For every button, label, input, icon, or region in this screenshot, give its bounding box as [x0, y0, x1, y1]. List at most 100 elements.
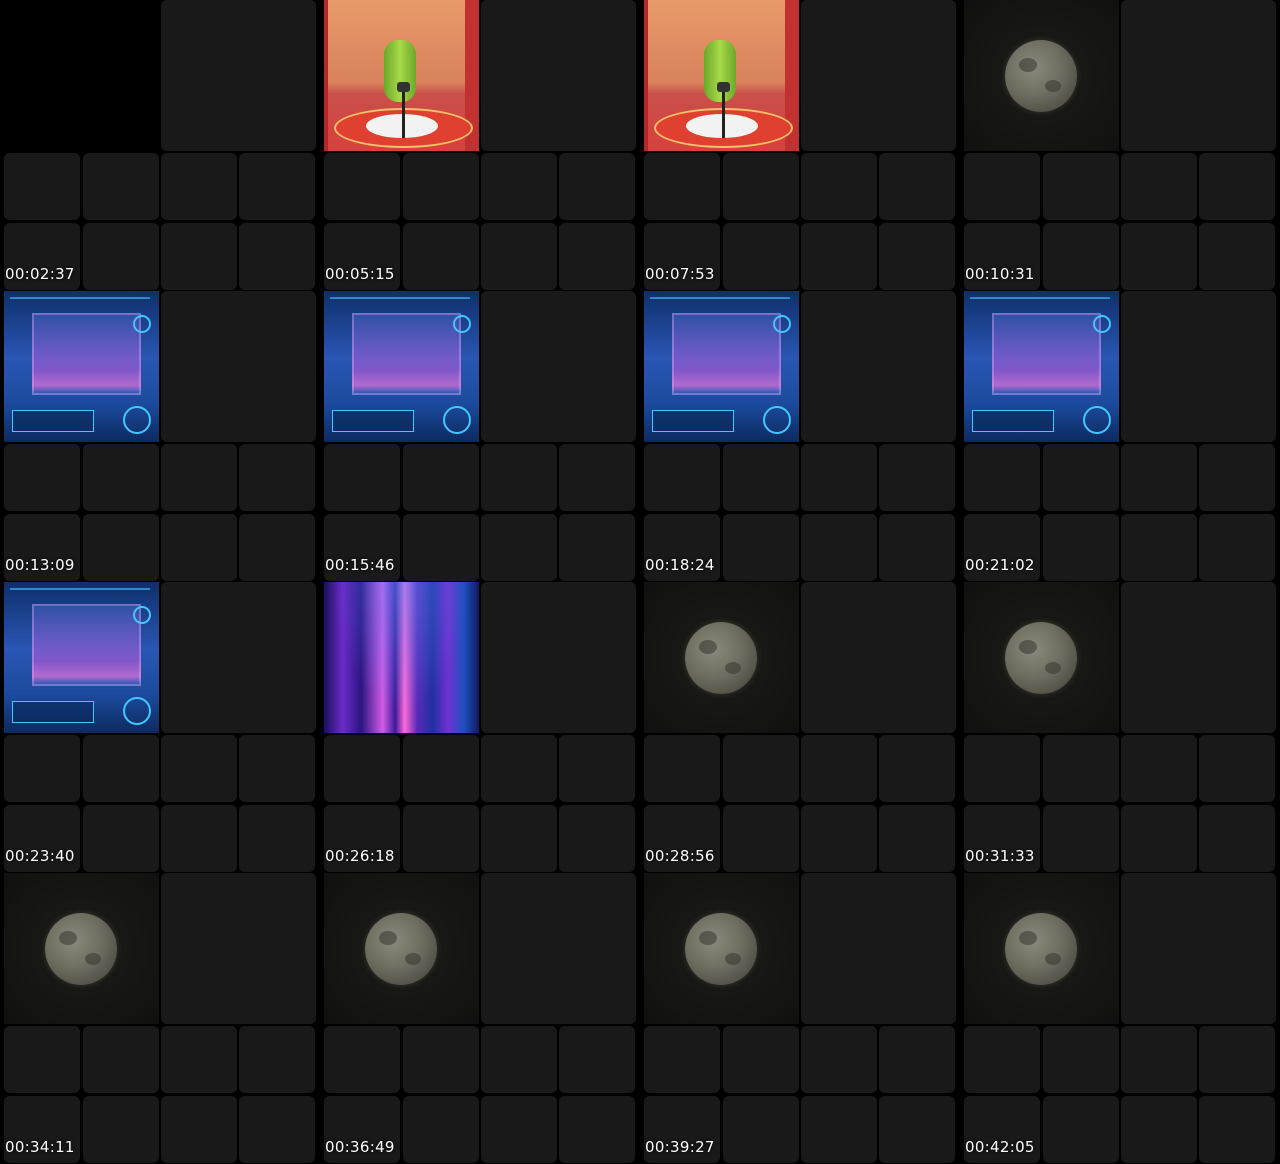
grid-tile — [161, 582, 316, 733]
stage-stand — [722, 86, 725, 138]
grid-tile — [1199, 514, 1275, 581]
frame-cell[interactable]: 00:28:56 — [640, 582, 960, 873]
hud-line — [650, 297, 790, 299]
frame-thumbnail-moon[interactable] — [964, 0, 1119, 151]
frame-thumbnail-stage[interactable] — [644, 0, 799, 151]
grid-tile — [559, 1026, 635, 1093]
grid-tile — [239, 1026, 315, 1093]
grid-tile — [879, 1026, 955, 1093]
grid-tile — [4, 735, 80, 802]
grid-tile — [644, 153, 720, 220]
hud-line — [330, 297, 470, 299]
frame-thumbnail-aurora[interactable] — [324, 582, 479, 733]
grid-tile — [801, 153, 877, 220]
grid-tile — [964, 1026, 1040, 1093]
grid-tile — [879, 223, 955, 290]
grid-tile — [964, 444, 1040, 511]
grid-tile — [1199, 1096, 1275, 1163]
moon-image — [1005, 913, 1077, 985]
frame-thumbnail-hud[interactable] — [4, 291, 159, 442]
hud-line — [970, 297, 1110, 299]
grid-tile — [1121, 1096, 1197, 1163]
frame-cell[interactable]: 00:13:09 — [0, 291, 320, 582]
grid-tile — [964, 735, 1040, 802]
grid-tile — [481, 514, 557, 581]
frame-thumbnail-moon[interactable] — [4, 873, 159, 1024]
grid-tile — [83, 1096, 159, 1163]
frame-cell[interactable]: 00:39:27 — [640, 873, 960, 1164]
grid-tile — [801, 735, 877, 802]
grid-tile — [403, 514, 479, 581]
hud-ring — [443, 406, 471, 434]
grid-tile — [879, 444, 955, 511]
frame-cell[interactable]: 00:26:18 — [320, 582, 640, 873]
contact-sheet: 00:02:37 00:05:15 00:07:53 00:10:31 00:13:09… — [0, 0, 1280, 1164]
hud-ring2 — [1093, 315, 1111, 333]
grid-tile — [801, 1026, 877, 1093]
grid-tile — [1199, 805, 1275, 872]
stage-mic — [717, 82, 730, 92]
grid-tile — [801, 444, 877, 511]
frame-thumbnail-moon[interactable] — [964, 582, 1119, 733]
grid-tile — [161, 873, 316, 1024]
frame-timestamp: 00:28:56 — [645, 847, 715, 865]
frame-cell[interactable]: 00:05:15 — [320, 0, 640, 291]
grid-tile — [481, 0, 636, 151]
frame-timestamp: 00:26:18 — [325, 847, 395, 865]
grid-tile — [1121, 582, 1276, 733]
stage-stand — [402, 86, 405, 138]
frame-cell[interactable]: 00:10:31 — [960, 0, 1280, 291]
hud-line — [10, 297, 150, 299]
grid-tile — [1199, 735, 1275, 802]
grid-tile — [1043, 444, 1119, 511]
frame-cell[interactable]: 00:34:11 — [0, 873, 320, 1164]
frame-thumbnail-hud[interactable] — [4, 582, 159, 733]
frame-thumbnail-hud[interactable] — [644, 291, 799, 442]
hud-ring — [763, 406, 791, 434]
grid-tile — [559, 805, 635, 872]
frame-thumbnail-moon[interactable] — [324, 873, 479, 1024]
frame-cell[interactable]: 00:07:53 — [640, 0, 960, 291]
frame-thumbnail-hud[interactable] — [964, 291, 1119, 442]
frame-cell[interactable]: 00:18:24 — [640, 291, 960, 582]
frame-thumbnail-hud[interactable] — [324, 291, 479, 442]
grid-tile — [161, 514, 237, 581]
frame-thumbnail-moon[interactable] — [644, 873, 799, 1024]
moon-image — [685, 622, 757, 694]
stage-body — [384, 40, 416, 102]
grid-tile — [723, 223, 799, 290]
frame-cell[interactable]: 00:23:40 — [0, 582, 320, 873]
frame-thumbnail-stage[interactable] — [324, 0, 479, 151]
hud-panel — [352, 313, 461, 395]
grid-tile — [403, 153, 479, 220]
frame-timestamp: 00:39:27 — [645, 1138, 715, 1156]
grid-tile — [239, 514, 315, 581]
grid-tile — [1121, 805, 1197, 872]
grid-tile — [1199, 444, 1275, 511]
moon-image — [365, 913, 437, 985]
grid-tile — [239, 444, 315, 511]
frame-timestamp: 00:13:09 — [5, 556, 75, 574]
frame-cell[interactable]: 00:21:02 — [960, 291, 1280, 582]
frame-timestamp: 00:36:49 — [325, 1138, 395, 1156]
hud-ring — [1083, 406, 1111, 434]
grid-tile — [161, 1096, 237, 1163]
grid-tile — [1043, 1096, 1119, 1163]
grid-tile — [83, 735, 159, 802]
frame-cell[interactable]: 00:02:37 — [0, 0, 320, 291]
frame-thumbnail-moon[interactable] — [644, 582, 799, 733]
hud-panel — [32, 604, 141, 686]
grid-tile — [324, 1026, 400, 1093]
frame-cell[interactable]: 00:42:05 — [960, 873, 1280, 1164]
grid-tile — [723, 805, 799, 872]
grid-tile — [723, 444, 799, 511]
frame-cell[interactable]: 00:15:46 — [320, 291, 640, 582]
grid-tile — [83, 1026, 159, 1093]
hud-line — [10, 588, 150, 590]
frame-thumbnail-moon[interactable] — [964, 873, 1119, 1024]
grid-tile — [559, 1096, 635, 1163]
grid-tile — [644, 735, 720, 802]
grid-tile — [161, 1026, 237, 1093]
frame-cell[interactable]: 00:36:49 — [320, 873, 640, 1164]
frame-cell[interactable]: 00:31:33 — [960, 582, 1280, 873]
